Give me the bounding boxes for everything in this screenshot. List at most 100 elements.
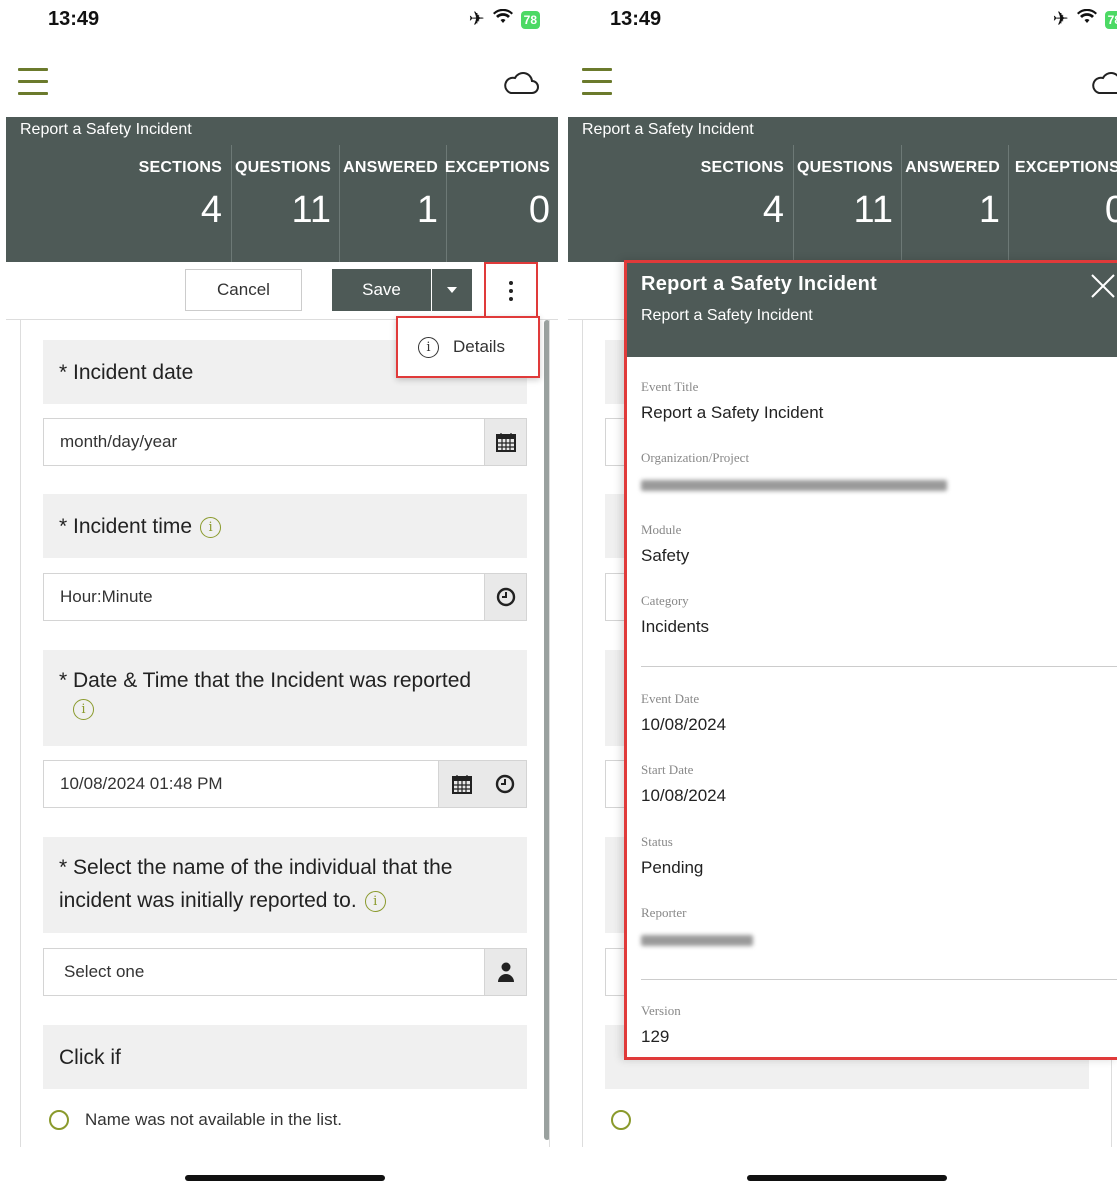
- scrollbar[interactable]: [544, 320, 549, 1140]
- clock-icon[interactable]: [484, 574, 526, 620]
- calendar-icon[interactable]: [484, 419, 526, 465]
- question-reported-datetime: * Date & Time that the Incident was repo…: [43, 650, 527, 746]
- info-icon[interactable]: i: [200, 516, 222, 538]
- home-indicator: [185, 1175, 385, 1181]
- calendar-icon[interactable]: [438, 761, 484, 807]
- status-field: Status Pending: [641, 834, 703, 878]
- more-vertical-icon: [509, 279, 513, 303]
- cancel-button[interactable]: Cancel: [185, 269, 302, 311]
- details-subtitle: Report a Safety Incident: [641, 307, 813, 324]
- airplane-icon: ✈: [1052, 9, 1069, 30]
- stat-value: 11: [853, 189, 893, 231]
- details-panel-header: Report a Safety Incident Report a Safety…: [627, 263, 1117, 357]
- cloud-icon[interactable]: [1090, 68, 1117, 98]
- info-icon[interactable]: i: [364, 890, 386, 912]
- reporter-field: Reporter: [641, 905, 753, 951]
- stat-label: QUESTIONS: [234, 159, 331, 176]
- input-value: 10/08/2024 01:48 PM: [60, 774, 223, 793]
- stat-value: 0: [528, 189, 550, 231]
- question-label: * Select the name of the individual that…: [59, 856, 453, 879]
- form-toolbar: Cancel Save: [6, 262, 558, 320]
- airplane-icon: ✈: [468, 9, 485, 30]
- organization-field: Organization/Project: [641, 450, 947, 496]
- hamburger-icon[interactable]: [18, 68, 48, 98]
- stat-answered: ANSWERED 1: [339, 145, 446, 262]
- question-incident-time: * Incident time i: [43, 494, 527, 558]
- input-placeholder: month/day/year: [60, 432, 178, 451]
- category-field: Category Incidents: [641, 593, 709, 637]
- details-label: Details: [453, 337, 505, 356]
- stat-exceptions: EXCEPTIONS 0: [444, 145, 558, 262]
- field-value: Report a Safety Incident: [641, 403, 824, 422]
- field-value: Safety: [641, 546, 690, 565]
- stat-exceptions: EXCEPTIONS 0: [1008, 145, 1117, 262]
- status-time: 13:49: [48, 8, 100, 30]
- stat-value: 1: [978, 189, 1000, 231]
- name-not-available-radio[interactable]: Name was not available in the list.: [49, 1110, 342, 1130]
- field-label: Start Date: [641, 762, 694, 777]
- reported-to-select[interactable]: Select one: [43, 948, 527, 996]
- details-title: Report a Safety Incident: [641, 273, 878, 295]
- form-title: Report a Safety Incident: [20, 121, 192, 138]
- field-label: Module: [641, 522, 682, 537]
- field-value: 10/08/2024: [641, 786, 727, 805]
- details-menu-item[interactable]: i Details: [396, 316, 540, 378]
- stat-label: QUESTIONS: [796, 159, 893, 176]
- form-title: Report a Safety Incident: [582, 121, 754, 138]
- stat-value: 4: [762, 189, 784, 231]
- module-field: Module Safety: [641, 522, 689, 566]
- field-label: Status: [641, 834, 673, 849]
- person-icon[interactable]: [484, 949, 526, 995]
- hamburger-icon[interactable]: [582, 68, 612, 98]
- divider: [641, 666, 1117, 667]
- question-reported-to: * Select the name of the individual that…: [43, 837, 527, 933]
- question-label-cont: incident was initially reported to.: [59, 889, 357, 912]
- stat-label: EXCEPTIONS: [1014, 159, 1117, 176]
- field-label: Organization/Project: [641, 450, 750, 465]
- info-icon: i: [418, 336, 439, 358]
- home-indicator: [747, 1175, 947, 1181]
- stat-value: 11: [291, 189, 331, 231]
- field-label: Event Date: [641, 691, 700, 706]
- input-placeholder: Hour:Minute: [60, 587, 153, 606]
- clock-icon[interactable]: [484, 761, 526, 807]
- form-screen: 13:49 ✈ 78 Report a Safety Incident SECT…: [0, 0, 558, 1181]
- incident-date-input[interactable]: month/day/year: [43, 418, 527, 466]
- question-label: Click if: [59, 1046, 121, 1069]
- incident-time-input[interactable]: Hour:Minute: [43, 573, 527, 621]
- question-label: * Date & Time that the Incident was repo…: [59, 669, 472, 692]
- version-field: Version 129: [641, 1003, 681, 1047]
- stat-label: SECTIONS: [138, 159, 222, 176]
- form-header: Report a Safety Incident SECTIONS 4 QUES…: [6, 117, 558, 262]
- stat-value: 1: [416, 189, 438, 231]
- details-screen: 13:49 ✈ 78 Report a Safety Incident SECT…: [562, 0, 1117, 1181]
- start-date-field: Start Date 10/08/2024: [641, 762, 726, 806]
- status-bar: 13:49 ✈ 78: [0, 0, 558, 40]
- status-time: 13:49: [610, 8, 662, 30]
- info-icon[interactable]: i: [73, 698, 94, 720]
- stat-label: ANSWERED: [343, 159, 438, 176]
- stat-sections: SECTIONS 4: [568, 145, 792, 262]
- select-value: Select one: [64, 962, 145, 981]
- cloud-icon[interactable]: [502, 68, 540, 98]
- field-value: Incidents: [641, 617, 710, 636]
- question-click-if: Click if: [43, 1025, 527, 1089]
- more-options-button[interactable]: [484, 262, 538, 320]
- divider: [641, 979, 1117, 980]
- stat-label: EXCEPTIONS: [444, 159, 550, 176]
- stat-label: SECTIONS: [700, 159, 784, 176]
- stat-label: ANSWERED: [905, 159, 1000, 176]
- question-label: * Incident date: [59, 361, 194, 384]
- save-options-button[interactable]: [432, 269, 472, 311]
- reported-datetime-input[interactable]: 10/08/2024 01:48 PM: [43, 760, 527, 808]
- field-value: Pending: [641, 858, 704, 877]
- radio-label: Name was not available in the list.: [85, 1110, 343, 1129]
- close-icon[interactable]: [1090, 273, 1116, 299]
- battery-indicator: 78: [520, 10, 540, 29]
- form-header: Report a Safety Incident SECTIONS 4 QUES…: [568, 117, 1117, 262]
- save-button[interactable]: Save: [332, 269, 431, 311]
- field-label: Reporter: [641, 905, 687, 920]
- radio-button[interactable]: [49, 1110, 69, 1130]
- field-value: 129: [641, 1027, 670, 1046]
- form-body[interactable]: * Incident date month/day/year * Inciden…: [20, 320, 550, 1147]
